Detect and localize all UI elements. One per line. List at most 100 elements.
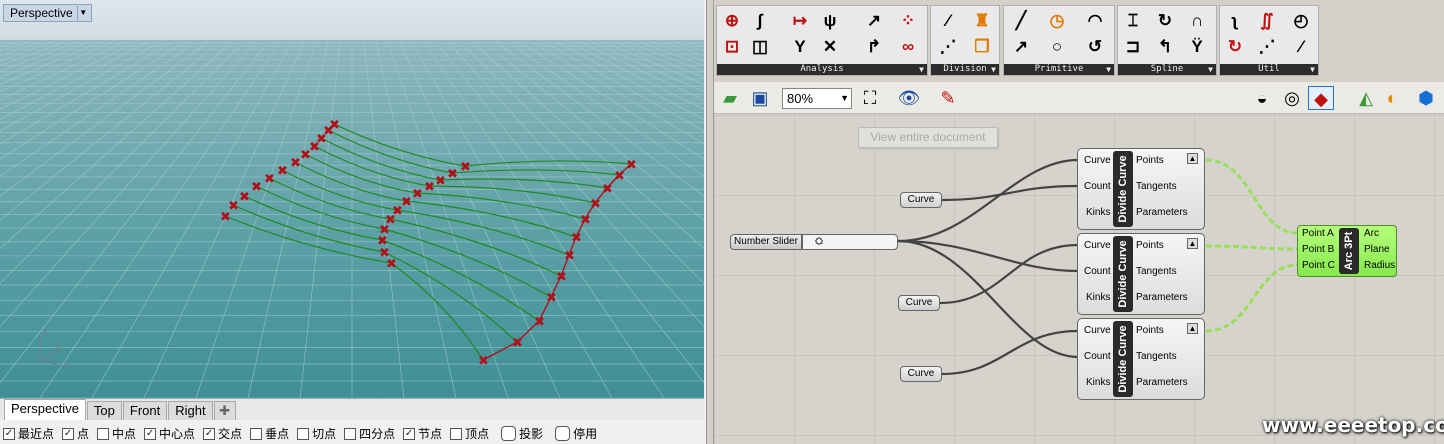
line-icon[interactable]: ╱: [1010, 10, 1032, 32]
output-plane[interactable]: Plane: [1364, 244, 1390, 256]
osnap-5[interactable]: 垂点: [250, 425, 289, 442]
box-target-icon[interactable]: ⊡: [721, 36, 743, 58]
arc-icon[interactable]: ◠: [1084, 10, 1106, 32]
preview-selected-icon[interactable]: ◆: [1308, 86, 1334, 110]
preview-shaded-icon[interactable]: ◒: [1250, 86, 1274, 110]
nurbs-icon[interactable]: ∩: [1186, 10, 1208, 32]
osnap-checkbox[interactable]: [250, 427, 263, 440]
save-icon[interactable]: ▣: [748, 86, 772, 110]
viewport-title[interactable]: Perspective ▼: [3, 4, 92, 22]
osnap-checkbox[interactable]: ✓: [62, 427, 75, 440]
osnap-checkbox[interactable]: [450, 427, 463, 440]
divide-distance-icon[interactable]: ⋰: [937, 36, 959, 58]
osnap-3[interactable]: ✓ 中心点: [144, 425, 195, 442]
arc-3pt-component[interactable]: Point A Point B Point C Arc 3Pt Arc Plan…: [1297, 225, 1397, 277]
output-radius[interactable]: Radius: [1364, 260, 1395, 272]
input-curve[interactable]: Curve: [1084, 240, 1111, 252]
output-parameters[interactable]: Parameters: [1136, 292, 1188, 304]
input-curve[interactable]: Curve: [1084, 325, 1111, 337]
osnap-checkbox[interactable]: ✓: [403, 427, 416, 440]
zoom-select[interactable]: 80% ▼: [782, 88, 852, 109]
osnap-8[interactable]: ✓ 节点: [403, 425, 442, 442]
preview-mesh-icon[interactable]: ⬢: [1414, 86, 1438, 110]
explode-icon[interactable]: ⋰: [1256, 36, 1278, 58]
curve-spline-icon[interactable]: ↻: [1154, 10, 1176, 32]
divide-curve-component-3[interactable]: Curve Count Kinks Divide Curve Points Ta…: [1077, 318, 1205, 400]
closest-point-icon[interactable]: ↦: [789, 10, 811, 32]
circle-icon[interactable]: ○: [1046, 36, 1068, 58]
arc-sed-icon[interactable]: ↺: [1084, 36, 1106, 58]
tab-top[interactable]: Top: [86, 401, 122, 420]
output-points[interactable]: Points: [1136, 155, 1164, 167]
output-tangents[interactable]: Tangents: [1136, 181, 1177, 193]
splitter[interactable]: [706, 0, 714, 444]
input-count[interactable]: Count: [1084, 266, 1111, 278]
input-kinks[interactable]: Kinks: [1086, 292, 1110, 304]
output-points[interactable]: Points: [1136, 240, 1164, 252]
output-tangents[interactable]: Tangents: [1136, 351, 1177, 363]
add-viewport-icon[interactable]: ✚: [213, 401, 236, 420]
scatter-icon[interactable]: ⁘: [897, 10, 919, 32]
material-icon[interactable]: ◐: [1380, 86, 1404, 110]
contour-icon[interactable]: ❒: [971, 36, 993, 58]
offset-icon[interactable]: ∬: [1256, 10, 1278, 32]
divide-curve-component-1[interactable]: Curve Count Kinks Divide Curve Points Ta…: [1077, 148, 1205, 230]
input-count[interactable]: Count: [1084, 351, 1111, 363]
output-arc[interactable]: Arc: [1364, 228, 1379, 240]
tab-perspective[interactable]: Perspective: [4, 399, 86, 420]
preview-eye-icon[interactable]: 👁: [896, 86, 922, 110]
osnap-checkbox[interactable]: [501, 426, 517, 441]
input-point-a[interactable]: Point A: [1302, 228, 1334, 240]
tween-icon[interactable]: ↰: [1154, 36, 1176, 58]
osnap-checkbox[interactable]: ✓: [144, 427, 157, 440]
osnap-2[interactable]: 中点: [97, 425, 136, 442]
divide-length-icon[interactable]: ⁄: [937, 10, 959, 32]
osnap-0[interactable]: ✓ 最近点: [3, 425, 54, 442]
join-icon[interactable]: ↻: [1224, 36, 1246, 58]
divide-curve-component-2[interactable]: Curve Count Kinks Divide Curve Points Ta…: [1077, 233, 1205, 315]
output-points[interactable]: Points: [1136, 325, 1164, 337]
osnap-checkbox[interactable]: ✓: [203, 427, 216, 440]
number-slider[interactable]: Number Slider 11: [730, 234, 898, 251]
expand-icon[interactable]: ▲: [1187, 153, 1198, 164]
output-tangents[interactable]: Tangents: [1136, 266, 1177, 278]
osnap-9[interactable]: 顶点: [450, 425, 489, 442]
osnap-6[interactable]: 切点: [297, 425, 336, 442]
curve-param-2[interactable]: Curve: [898, 295, 940, 311]
osnap-checkbox[interactable]: [555, 426, 571, 441]
polyline-icon[interactable]: ⊐: [1122, 36, 1144, 58]
input-count[interactable]: Count: [1084, 181, 1111, 193]
osnap-10[interactable]: 投影: [497, 425, 543, 442]
blend-icon[interactable]: Ÿ: [1186, 36, 1208, 58]
sketch-icon[interactable]: ✎: [936, 86, 960, 110]
osnap-1[interactable]: ✓ 点: [62, 425, 89, 442]
fillet-icon[interactable]: ʅ: [1224, 10, 1246, 32]
input-kinks[interactable]: Kinks: [1086, 377, 1110, 389]
osnap-checkbox[interactable]: ✓: [3, 427, 15, 440]
open-file-icon[interactable]: ▰: [718, 86, 742, 110]
osnap-4[interactable]: ✓ 交点: [203, 425, 242, 442]
branch-icon[interactable]: Y: [789, 36, 811, 58]
bounding-icon[interactable]: ◫: [749, 36, 771, 58]
osnap-11[interactable]: 停用: [551, 425, 597, 442]
input-point-b[interactable]: Point B: [1302, 244, 1334, 256]
curve-closest-icon[interactable]: ↗: [863, 10, 885, 32]
tab-front[interactable]: Front: [122, 401, 168, 420]
output-parameters[interactable]: Parameters: [1136, 377, 1188, 389]
chevron-down-icon[interactable]: ▼: [76, 6, 89, 20]
input-point-c[interactable]: Point C: [1302, 260, 1335, 272]
preview-wire-icon[interactable]: ◎: [1280, 86, 1304, 110]
curve-param-3[interactable]: Curve: [900, 366, 942, 382]
shatter-icon[interactable]: ♜: [971, 10, 993, 32]
osnap-checkbox[interactable]: [97, 427, 110, 440]
osnap-checkbox[interactable]: [344, 427, 357, 440]
interpolate-icon[interactable]: ⌶: [1122, 10, 1144, 32]
curve-param-1[interactable]: Curve: [900, 192, 942, 208]
extend-icon[interactable]: ⁄: [1290, 36, 1312, 58]
evaluate-curve-icon[interactable]: ψ: [819, 10, 841, 32]
paint-icon[interactable]: ◭: [1354, 86, 1378, 110]
grasshopper-canvas[interactable]: View entire document Number Slider 11 Cu…: [714, 115, 1444, 444]
polygon-icon[interactable]: ◷: [1046, 10, 1068, 32]
osnap-checkbox[interactable]: [297, 427, 310, 440]
perspective-viewport[interactable]: ✖ ✖ ✖ ✖ ✖ ✖ ✖ ✖ ✖ ✖ ✖ ✖ ✖ ✖ ✖ ✖ ✖ ✖ ✖ ✖ ✖ ✖ ✖ ✖ ✖ ✖ ✖ ✖ ✖ ✖ ✖ ✖ ✖ ✖ ✖ ✖ z y…: [0, 0, 704, 398]
